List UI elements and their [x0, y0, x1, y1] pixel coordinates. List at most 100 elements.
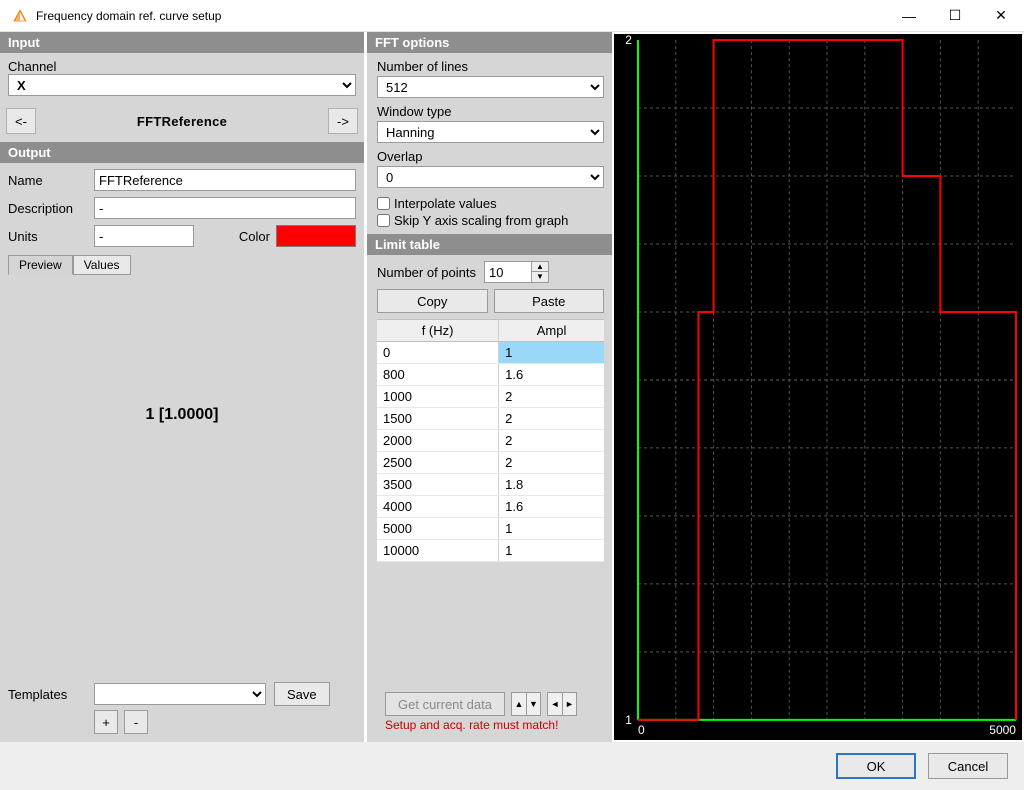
templates-select[interactable] [94, 683, 266, 705]
cell-ampl[interactable]: 1 [499, 342, 604, 364]
tab-row: Preview Values [8, 255, 356, 275]
cell-ampl[interactable]: 1.6 [499, 364, 604, 386]
svg-text:5000: 5000 [989, 723, 1016, 737]
svg-text:2: 2 [625, 34, 632, 47]
templates-label: Templates [8, 687, 86, 702]
color-label: Color [239, 229, 270, 244]
left-column: Input Channel X <- FFTReference -> Outpu… [0, 32, 364, 742]
lines-select[interactable]: 512 [377, 76, 604, 98]
table-row[interactable]: 40001.6 [377, 496, 604, 518]
preview-value: 1 [1.0000] [146, 406, 219, 424]
maximize-button[interactable]: ☐ [932, 0, 978, 31]
cell-f[interactable]: 4000 [377, 496, 499, 518]
color-swatch[interactable] [276, 225, 356, 247]
step-left-icon[interactable]: ◄ [548, 693, 562, 715]
close-button[interactable]: ✕ [978, 0, 1024, 31]
table-row[interactable]: 01 [377, 342, 604, 364]
svg-text:1: 1 [625, 713, 632, 727]
cell-f[interactable]: 2000 [377, 430, 499, 452]
step-horiz-group[interactable]: ◄ ► [547, 692, 577, 716]
cell-ampl[interactable]: 2 [499, 386, 604, 408]
preview-area: 1 [1.0000] [8, 275, 356, 555]
input-body: Channel X [0, 53, 364, 102]
np-up-icon[interactable]: ▲ [532, 262, 548, 272]
table-row[interactable]: 8001.6 [377, 364, 604, 386]
step-right-icon[interactable]: ► [562, 693, 576, 715]
cell-ampl[interactable]: 2 [499, 430, 604, 452]
cell-f[interactable]: 1000 [377, 386, 499, 408]
fft-body: Number of lines 512 Window type Hanning … [367, 53, 612, 234]
cell-ampl[interactable]: 2 [499, 452, 604, 474]
cell-ampl[interactable]: 2 [499, 408, 604, 430]
output-header: Output [0, 142, 364, 163]
titlebar: Frequency domain ref. curve setup — ☐ ✕ [0, 0, 1024, 32]
table-row[interactable]: 100001 [377, 540, 604, 562]
cell-f[interactable]: 3500 [377, 474, 499, 496]
skip-y-checkbox[interactable] [377, 214, 390, 227]
col-f-header[interactable]: f (Hz) [377, 320, 499, 342]
cell-f[interactable]: 1500 [377, 408, 499, 430]
cell-f[interactable]: 10000 [377, 540, 499, 562]
prev-channel-button[interactable]: <- [6, 108, 36, 134]
window-controls: — ☐ ✕ [886, 0, 1024, 31]
table-row[interactable]: 50001 [377, 518, 604, 540]
tab-preview[interactable]: Preview [8, 255, 73, 275]
right-column: 2 10 5000 [612, 32, 1024, 742]
name-label: Name [8, 173, 88, 188]
minimize-button[interactable]: — [886, 0, 932, 31]
table-row[interactable]: 35001.8 [377, 474, 604, 496]
tab-values[interactable]: Values [73, 255, 131, 275]
skip-y-label: Skip Y axis scaling from graph [394, 213, 568, 228]
cell-ampl[interactable]: 1 [499, 540, 604, 562]
name-field[interactable] [94, 169, 356, 191]
interpolate-label: Interpolate values [394, 196, 497, 211]
limit-table: f (Hz) Ampl 018001.610002150022000225002… [377, 319, 604, 562]
table-row[interactable]: 10002 [377, 386, 604, 408]
save-template-button[interactable]: Save [274, 682, 330, 706]
get-current-data-button[interactable]: Get current data [385, 692, 505, 716]
ok-button[interactable]: OK [836, 753, 916, 779]
np-value[interactable] [485, 262, 531, 282]
templates-row: Templates Save [0, 676, 364, 708]
overlap-label: Overlap [377, 149, 604, 164]
channel-select[interactable]: X [8, 74, 356, 96]
cell-f[interactable]: 800 [377, 364, 499, 386]
cell-f[interactable]: 0 [377, 342, 499, 364]
table-row[interactable]: 20002 [377, 430, 604, 452]
units-label: Units [8, 229, 88, 244]
interpolate-checkbox[interactable] [377, 197, 390, 210]
client-area: Input Channel X <- FFTReference -> Outpu… [0, 32, 1024, 742]
next-channel-button[interactable]: -> [328, 108, 358, 134]
copy-button[interactable]: Copy [377, 289, 488, 313]
cell-ampl[interactable]: 1.6 [499, 496, 604, 518]
add-template-button[interactable]: + [94, 710, 118, 734]
warn-text: Setup and acq. rate must match! [377, 718, 604, 738]
middle-column: FFT options Number of lines 512 Window t… [364, 32, 612, 742]
step-vert-group[interactable]: ▲ ▼ [511, 692, 541, 716]
description-field[interactable] [94, 197, 356, 219]
description-label: Description [8, 201, 88, 216]
input-header: Input [0, 32, 364, 53]
dialog-buttons: OK Cancel [0, 742, 1024, 790]
cell-ampl[interactable]: 1 [499, 518, 604, 540]
paste-button[interactable]: Paste [494, 289, 605, 313]
overlap-select[interactable]: 0 [377, 166, 604, 188]
table-row[interactable]: 25002 [377, 452, 604, 474]
units-field[interactable] [94, 225, 194, 247]
svg-text:0: 0 [638, 723, 645, 737]
table-row[interactable]: 15002 [377, 408, 604, 430]
np-spinner[interactable]: ▲ ▼ [484, 261, 549, 283]
nav-title: FFTReference [36, 114, 328, 129]
cancel-button[interactable]: Cancel [928, 753, 1008, 779]
col-a-header[interactable]: Ampl [499, 320, 604, 342]
cell-f[interactable]: 2500 [377, 452, 499, 474]
remove-template-button[interactable]: - [124, 710, 148, 734]
step-down-icon[interactable]: ▼ [526, 693, 540, 715]
np-down-icon[interactable]: ▼ [532, 272, 548, 282]
window-type-select[interactable]: Hanning [377, 121, 604, 143]
step-up-icon[interactable]: ▲ [512, 693, 526, 715]
chart[interactable]: 2 10 5000 [612, 32, 1024, 742]
limit-header: Limit table [367, 234, 612, 255]
cell-f[interactable]: 5000 [377, 518, 499, 540]
cell-ampl[interactable]: 1.8 [499, 474, 604, 496]
